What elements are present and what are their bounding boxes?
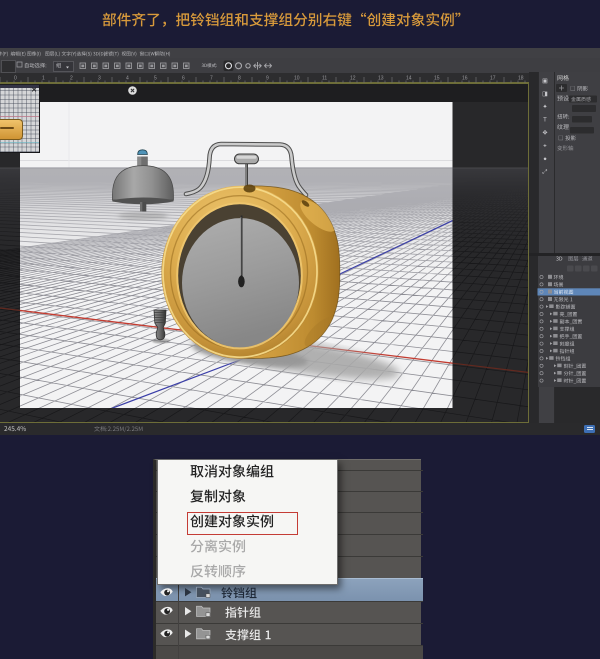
svg-text:17: 17: [490, 76, 496, 82]
svg-text:0: 0: [14, 76, 17, 82]
svg-text:✥: ✥: [542, 130, 547, 137]
svg-text:4: 4: [126, 76, 129, 82]
svg-text:◨: ◨: [542, 92, 548, 98]
svg-text:12: 12: [350, 76, 356, 82]
svg-text:16: 16: [462, 76, 468, 82]
svg-text:3: 3: [98, 76, 101, 82]
svg-text:13: 13: [378, 76, 384, 82]
svg-text:11: 11: [322, 76, 327, 82]
svg-text:6: 6: [182, 76, 185, 82]
svg-text:⤢: ⤢: [543, 169, 548, 176]
svg-text:15: 15: [434, 76, 440, 82]
svg-text:●: ●: [543, 157, 547, 163]
svg-text:18: 18: [518, 76, 524, 82]
svg-text:7: 7: [210, 76, 213, 82]
svg-text:10: 10: [294, 76, 300, 82]
svg-text:8: 8: [238, 76, 241, 82]
svg-text:▣: ▣: [542, 79, 548, 85]
svg-text:1: 1: [42, 76, 45, 82]
svg-text:14: 14: [406, 76, 412, 82]
svg-text:9: 9: [266, 76, 269, 82]
svg-text:2: 2: [70, 76, 73, 82]
svg-text:⌖: ⌖: [543, 144, 547, 150]
svg-text:✦: ✦: [542, 104, 547, 111]
svg-text:5: 5: [154, 76, 157, 82]
svg-text:T: T: [543, 118, 547, 124]
